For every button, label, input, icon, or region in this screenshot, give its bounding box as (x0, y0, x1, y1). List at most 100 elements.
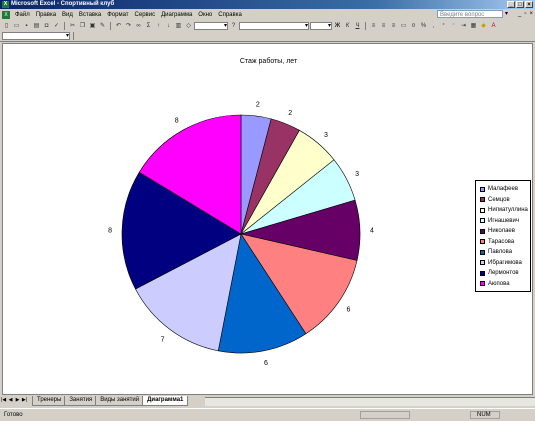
sort-ascending-icon[interactable]: ↑ (154, 22, 163, 30)
menu-file[interactable]: Файл (12, 12, 33, 18)
menu-insert[interactable]: Вставка (76, 12, 104, 18)
align-left-icon[interactable]: ≡ (369, 22, 378, 30)
bold-icon[interactable]: Ж (333, 22, 342, 30)
copy-icon[interactable]: ❐ (78, 22, 87, 30)
menu-edit[interactable]: Правка (33, 12, 59, 18)
zoom-select[interactable] (194, 21, 228, 30)
legend-swatch (480, 249, 485, 255)
legend-label: Аюпова (488, 280, 510, 287)
legend-label: Тарасова (488, 238, 515, 245)
data-label-5: 4 (370, 227, 374, 234)
data-label-3: 3 (324, 132, 328, 139)
legend-item: Ибрагимова (480, 258, 530, 269)
hyperlink-icon[interactable]: ∞ (134, 22, 143, 30)
redo-icon[interactable]: ↷ (124, 22, 133, 30)
data-label-7: 6 (264, 360, 268, 367)
legend-label: Павлова (488, 249, 513, 256)
font-name-select[interactable] (239, 21, 309, 30)
align-right-icon[interactable]: ≡ (389, 22, 398, 30)
menu-window[interactable]: Окно (195, 12, 215, 18)
sheet-tab-trainers[interactable]: Тренеры (32, 396, 67, 406)
print-preview-icon[interactable]: ◘ (42, 22, 51, 30)
italic-icon[interactable]: К (343, 22, 352, 30)
legend-label: Малафеев (488, 186, 519, 193)
font-size-select[interactable] (310, 21, 332, 30)
sheet-tab-chart1[interactable]: Диаграмма1 (142, 396, 189, 406)
legend-label: Ибрагимова (488, 259, 522, 266)
sheet-tab-class-types[interactable]: Виды занятий (95, 396, 145, 406)
doc-restore-button[interactable]: ▫ (524, 11, 526, 18)
next-sheet-icon[interactable]: ▶ (14, 396, 21, 405)
new-document-icon[interactable]: ▯ (2, 22, 11, 30)
chart-wizard-icon[interactable]: ▥ (174, 22, 183, 30)
chart-objects-select[interactable] (2, 32, 70, 40)
legend-item: Малафеев (480, 184, 530, 195)
thousands-icon[interactable]: ‚ (429, 22, 438, 30)
sheet-tab-classes[interactable]: Занятия (64, 396, 98, 406)
spelling-icon[interactable]: ✓ (52, 22, 61, 30)
legend-swatch (480, 218, 485, 224)
cut-icon[interactable]: ✂ (68, 22, 77, 30)
merge-center-icon[interactable]: ▭ (399, 22, 408, 30)
status-panel (360, 411, 410, 419)
minimize-button[interactable]: _ (507, 1, 515, 8)
borders-icon[interactable]: ▦ (469, 22, 478, 30)
sort-descending-icon[interactable]: ↓ (164, 22, 173, 30)
legend-item: Семцов (480, 195, 530, 206)
help-icon[interactable]: ? (229, 22, 238, 30)
maximize-button[interactable]: □ (516, 1, 524, 8)
legend-swatch (480, 186, 485, 192)
data-label-1: 2 (256, 102, 260, 109)
menu-help[interactable]: Справка (215, 12, 245, 18)
window-title: Microsoft Excel - Спортивный клуб (11, 1, 115, 7)
chart-title: Стаж работы, лет (239, 58, 298, 65)
doc-minimize-button[interactable]: _ (518, 11, 521, 18)
doc-close-button[interactable]: × (529, 11, 533, 18)
indent-icon[interactable]: ⇥ (459, 22, 468, 30)
save-icon[interactable]: ▪ (22, 22, 31, 30)
data-label-10: 8 (175, 117, 179, 124)
menu-chart[interactable]: Диаграмма (158, 12, 195, 18)
legend-swatch (480, 270, 485, 276)
menu-tools[interactable]: Сервис (132, 12, 159, 18)
decrease-decimal-icon[interactable]: ⁻ (449, 22, 458, 30)
data-label-9: 8 (108, 227, 112, 234)
undo-icon[interactable]: ↶ (114, 22, 123, 30)
prev-sheet-icon[interactable]: ◀ (7, 396, 14, 405)
data-label-6: 6 (346, 306, 350, 313)
data-label-2: 2 (288, 110, 292, 117)
menu-view[interactable]: Вид (59, 12, 76, 18)
horizontal-scrollbar[interactable] (205, 397, 535, 406)
document-icon[interactable]: X (2, 10, 10, 19)
currency-icon[interactable]: ¤ (409, 22, 418, 30)
legend-item: Павлова (480, 247, 530, 258)
print-icon[interactable]: ▤ (32, 22, 41, 30)
excel-app-icon: X (2, 1, 9, 8)
drawing-icon[interactable]: ◇ (184, 22, 193, 30)
increase-decimal-icon[interactable]: ⁺ (439, 22, 448, 30)
data-label-4: 3 (355, 171, 359, 178)
fill-color-icon[interactable]: ◆ (479, 22, 488, 30)
help-search-input[interactable]: Введите вопрос (437, 10, 503, 18)
toolbar-separator (64, 21, 65, 30)
align-center-icon[interactable]: ≡ (379, 22, 388, 30)
first-sheet-icon[interactable]: |◀ (0, 396, 7, 405)
last-sheet-icon[interactable]: ▶| (21, 396, 28, 405)
pie-chart[interactable]: 2 2 3 3 4 6 6 7 8 8 (3, 44, 534, 396)
legend-item: Лермонтов (480, 268, 530, 279)
document-window-controls: _ ▫ × (518, 11, 533, 18)
paste-icon[interactable]: ▣ (88, 22, 97, 30)
legend-item: Николаев (480, 226, 530, 237)
open-folder-icon[interactable]: ▭ (12, 22, 21, 30)
standard-toolbar: ▯ ▭ ▪ ▤ ◘ ✓ ✂ ❐ ▣ ✎ ↶ ↷ ∞ Σ ↑ ↓ ▥ ◇ ? Ж … (0, 20, 535, 31)
legend-swatch (480, 281, 485, 287)
close-button[interactable]: × (525, 1, 533, 8)
chart-legend[interactable]: Малафеев Семцов Нигматуллина Игнашевич Никол… (475, 180, 531, 292)
underline-icon[interactable]: Ч (353, 22, 362, 30)
format-painter-icon[interactable]: ✎ (98, 22, 107, 30)
autosum-icon[interactable]: Σ (144, 22, 153, 30)
menu-format[interactable]: Формат (104, 12, 131, 18)
chevron-down-icon[interactable]: ▾ (503, 10, 510, 18)
percent-icon[interactable]: % (419, 22, 428, 30)
font-color-icon[interactable]: A (489, 22, 498, 30)
